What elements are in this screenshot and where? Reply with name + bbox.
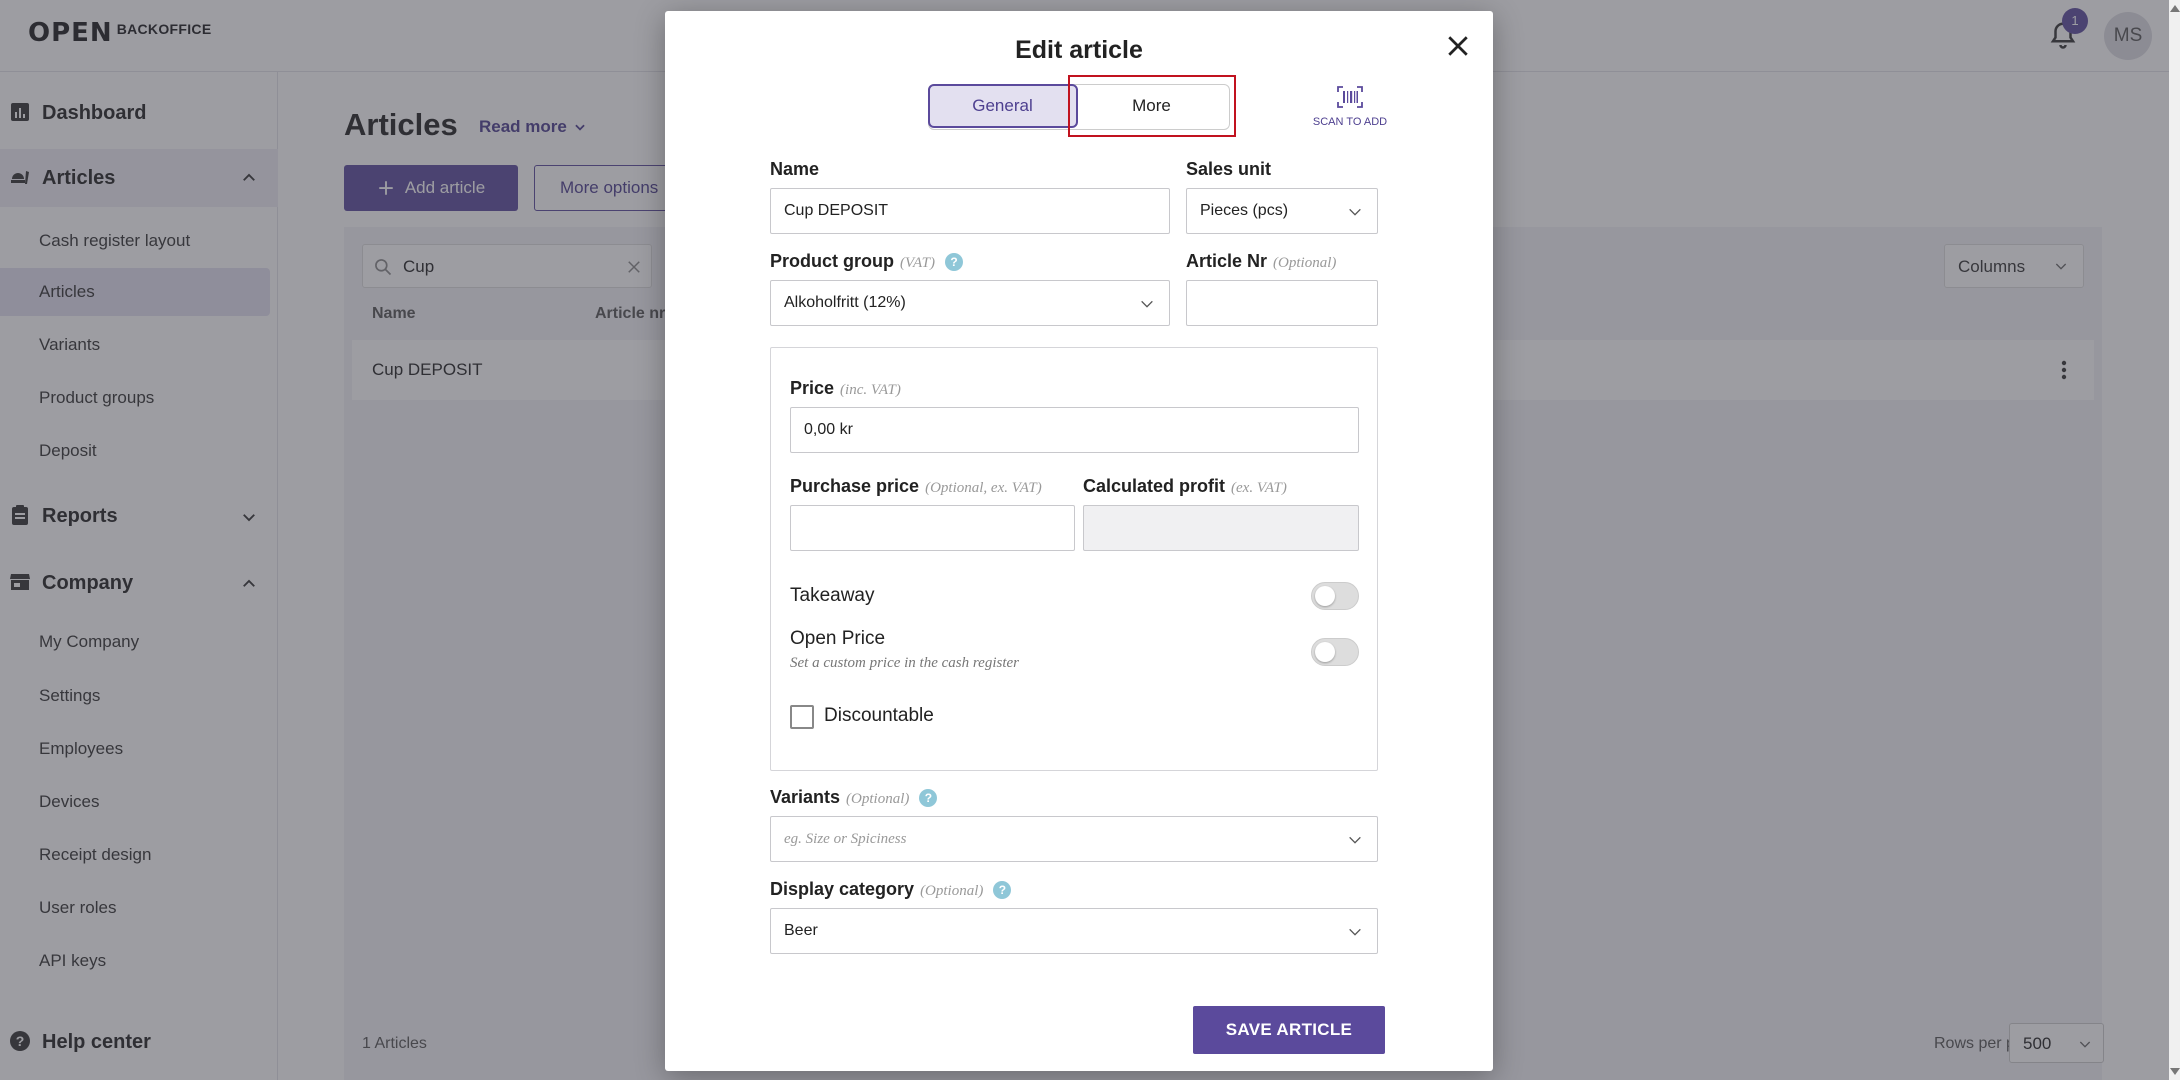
dialog-title: Edit article [1015, 36, 1143, 64]
variants-hint: (Optional) [846, 791, 910, 807]
calculated-profit-hint: (ex. VAT) [1231, 480, 1287, 496]
display-category-hint: (Optional) [920, 883, 984, 899]
product-group-value: Alkoholfritt (12%) [784, 294, 906, 311]
variants-label-text: Variants [770, 787, 841, 807]
purchase-price-field[interactable] [790, 505, 1075, 551]
takeaway-toggle[interactable] [1311, 582, 1359, 610]
save-article-button[interactable]: SAVE ARTICLE [1193, 1006, 1385, 1054]
display-category-select[interactable]: Beer [770, 908, 1378, 954]
name-field[interactable]: Cup DEPOSIT [770, 188, 1170, 234]
purchase-price-label-text: Purchase price [790, 476, 920, 496]
product-group-label-text: Product group [770, 251, 894, 271]
close-icon[interactable] [1443, 31, 1473, 61]
article-nr-field[interactable] [1186, 280, 1378, 326]
tab-general[interactable]: General [927, 83, 1078, 128]
variants-select[interactable]: eg. Size or Spiciness [770, 816, 1378, 862]
help-icon[interactable]: ? [945, 253, 963, 271]
scroll-down-arrow[interactable] [2170, 1068, 2180, 1075]
sales-unit-select[interactable]: Pieces (pcs) [1186, 188, 1378, 234]
price-label: Price (inc. VAT) [790, 378, 901, 399]
chevron-down-icon [1349, 208, 1361, 216]
discountable-label: Discountable [824, 705, 934, 726]
page-scrollbar[interactable] [2169, 0, 2180, 1080]
help-icon[interactable]: ? [993, 881, 1012, 899]
purchase-price-label: Purchase price (Optional, ex. VAT) [790, 476, 1042, 497]
scroll-up-arrow[interactable] [2170, 5, 2180, 12]
calculated-profit-label: Calculated profit (ex. VAT) [1083, 476, 1287, 497]
price-field[interactable]: 0,00 kr [790, 407, 1359, 453]
variants-label: Variants (Optional)? [770, 787, 938, 808]
price-section: Price (inc. VAT) 0,00 kr Purchase price (O… [770, 347, 1378, 771]
open-price-label: Open Price [790, 628, 886, 649]
chevron-down-icon [1349, 836, 1361, 844]
price-label-text: Price [790, 378, 835, 398]
open-price-toggle[interactable] [1311, 638, 1359, 666]
chevron-down-icon [1141, 300, 1153, 308]
name-label: Name [770, 159, 820, 179]
display-category-label: Display category (Optional)? [770, 879, 1012, 900]
name-value: Cup DEPOSIT [784, 202, 889, 219]
chevron-down-icon [1349, 928, 1361, 936]
highlight-box [1068, 75, 1236, 137]
article-nr-label: Article Nr (Optional) [1186, 251, 1336, 272]
calculated-profit-field [1083, 505, 1359, 551]
scan-label: SCAN TO ADD [1312, 116, 1388, 128]
scan-to-add-button[interactable]: SCAN TO ADD [1305, 86, 1395, 128]
takeaway-label: Takeaway [790, 585, 875, 606]
price-value: 0,00 kr [804, 421, 853, 438]
sales-unit-label: Sales unit [1186, 159, 1272, 179]
edit-article-dialog: Edit article General More SCAN TO ADD Na… [665, 11, 1493, 1071]
help-icon[interactable]: ? [919, 789, 938, 807]
display-category-label-text: Display category [770, 879, 915, 899]
discountable-checkbox[interactable] [790, 705, 814, 729]
open-price-description: Set a custom price in the cash register [790, 655, 1019, 671]
article-nr-label-text: Article Nr [1186, 251, 1268, 271]
calculated-profit-label-text: Calculated profit [1083, 476, 1226, 496]
product-group-hint: (VAT) [900, 255, 935, 271]
barcode-icon [1337, 86, 1363, 108]
variants-placeholder: eg. Size or Spiciness [784, 831, 907, 847]
sales-unit-value: Pieces (pcs) [1200, 202, 1289, 219]
product-group-select[interactable]: Alkoholfritt (12%) [770, 280, 1170, 326]
display-category-value: Beer [784, 922, 818, 939]
purchase-price-hint: (Optional, ex. VAT) [925, 480, 1042, 496]
product-group-label: Product group (VAT)? [770, 251, 963, 272]
price-hint: (inc. VAT) [840, 382, 901, 398]
article-nr-hint: (Optional) [1273, 255, 1337, 271]
